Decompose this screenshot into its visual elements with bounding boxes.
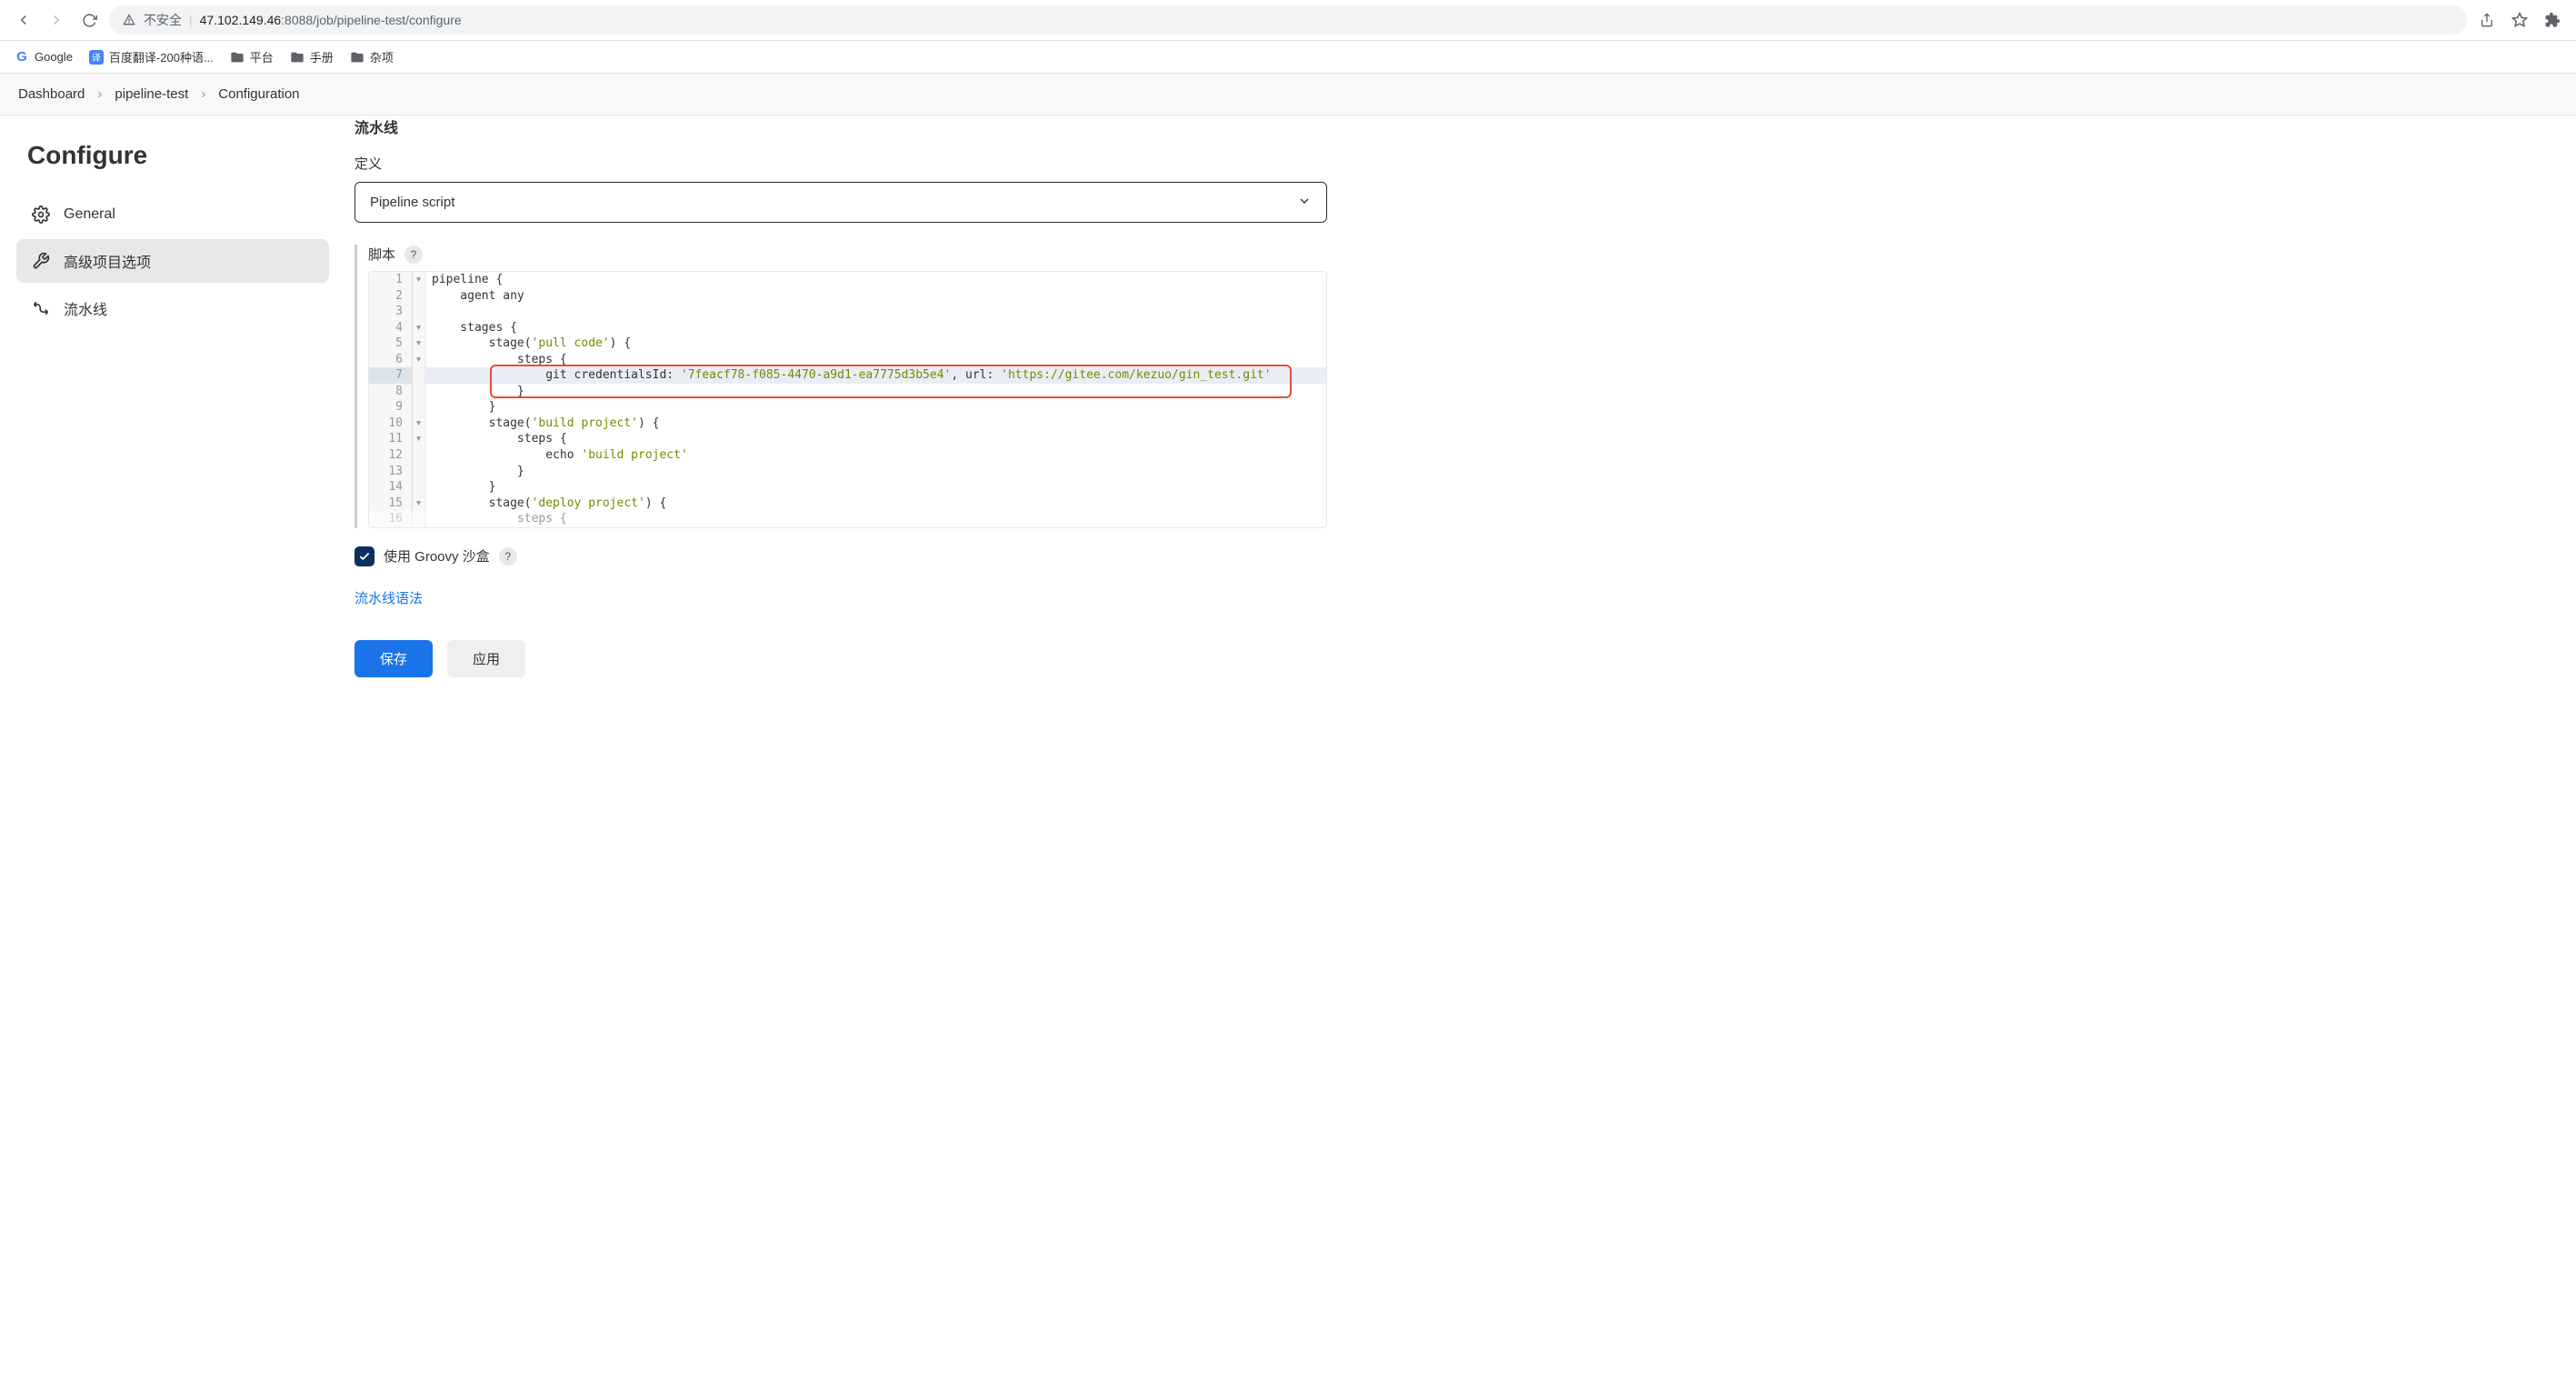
- apply-button[interactable]: 应用: [447, 640, 525, 677]
- breadcrumb-dashboard[interactable]: Dashboard: [18, 86, 85, 102]
- translate-icon: 译: [89, 50, 104, 65]
- sidebar: Configure General 高级项目选项 流水线: [0, 115, 345, 714]
- star-icon[interactable]: [2507, 7, 2532, 33]
- code-line[interactable]: 1▾pipeline {: [369, 272, 1326, 288]
- back-button[interactable]: [11, 7, 36, 33]
- code-line[interactable]: 5▾ stage('pull code') {: [369, 335, 1326, 352]
- breadcrumb: Dashboard › pipeline-test › Configuratio…: [0, 74, 2576, 115]
- gear-icon: [31, 205, 51, 225]
- sidebar-label-pipeline: 流水线: [64, 297, 107, 319]
- code-line[interactable]: 2 agent any: [369, 288, 1326, 305]
- code-line[interactable]: 7 git credentialsId: '7feacf78-f085-4470…: [369, 367, 1326, 384]
- code-line[interactable]: 3: [369, 304, 1326, 320]
- folder-icon: [290, 50, 305, 65]
- save-button[interactable]: 保存: [354, 640, 433, 677]
- code-line[interactable]: 15▾ stage('deploy project') {: [369, 496, 1326, 512]
- code-line[interactable]: 14 }: [369, 479, 1326, 496]
- insecure-label: 不安全: [144, 11, 182, 29]
- pipeline-syntax-link[interactable]: 流水线语法: [354, 588, 423, 607]
- code-line[interactable]: 12 echo 'build project': [369, 447, 1326, 464]
- folder-icon: [230, 50, 245, 65]
- definition-label: 定义: [354, 154, 1327, 173]
- extensions-icon[interactable]: [2540, 7, 2565, 33]
- section-pipeline-title: 流水线: [354, 115, 1327, 137]
- reload-button[interactable]: [76, 7, 102, 33]
- code-line[interactable]: 11▾ steps {: [369, 431, 1326, 447]
- chevron-right-icon: ›: [201, 86, 205, 102]
- script-label: 脚本: [368, 245, 395, 264]
- sidebar-item-general[interactable]: General: [16, 194, 329, 235]
- sandbox-label: 使用 Groovy 沙盒: [384, 546, 490, 566]
- bookmark-baidu[interactable]: 译 百度翻译-200种语...: [89, 48, 214, 65]
- help-sandbox-button[interactable]: ?: [499, 547, 517, 566]
- wrench-icon: [31, 251, 51, 271]
- forward-button[interactable]: [44, 7, 69, 33]
- code-line[interactable]: 10▾ stage('build project') {: [369, 416, 1326, 432]
- help-script-button[interactable]: ?: [404, 245, 423, 264]
- definition-value: Pipeline script: [370, 195, 454, 210]
- sidebar-item-advanced[interactable]: 高级项目选项: [16, 239, 329, 283]
- address-bar[interactable]: 不安全 | 47.102.149.46:8088/job/pipeline-te…: [109, 5, 2467, 35]
- sidebar-label-general: General: [64, 206, 115, 223]
- bookmark-manual[interactable]: 手册: [290, 48, 334, 65]
- bookmark-misc[interactable]: 杂项: [350, 48, 394, 65]
- sidebar-label-advanced: 高级项目选项: [64, 250, 151, 272]
- url-text: 47.102.149.46:8088/job/pipeline-test/con…: [200, 13, 462, 27]
- chevron-down-icon: [1297, 194, 1312, 211]
- bookmarks-bar: G Google 译 百度翻译-200种语... 平台 手册 杂项: [0, 41, 2576, 74]
- definition-select[interactable]: Pipeline script: [354, 182, 1327, 223]
- code-line[interactable]: 16 steps {: [369, 511, 1326, 527]
- code-line[interactable]: 4▾ stages {: [369, 320, 1326, 336]
- chevron-right-icon: ›: [97, 86, 102, 102]
- sandbox-checkbox[interactable]: [354, 546, 374, 566]
- folder-icon: [350, 50, 364, 65]
- browser-toolbar: 不安全 | 47.102.149.46:8088/job/pipeline-te…: [0, 0, 2576, 41]
- pipeline-icon: [31, 298, 51, 318]
- breadcrumb-current[interactable]: Configuration: [218, 86, 299, 102]
- bookmark-google[interactable]: G Google: [15, 50, 73, 65]
- sidebar-item-pipeline[interactable]: 流水线: [16, 286, 329, 330]
- breadcrumb-project[interactable]: pipeline-test: [115, 86, 188, 102]
- code-line[interactable]: 6▾ steps {: [369, 352, 1326, 368]
- content-area: 流水线 定义 Pipeline script 脚本 ? 1▾pipeline {…: [345, 115, 1345, 714]
- insecure-icon: [122, 13, 136, 27]
- bookmark-platform[interactable]: 平台: [230, 48, 274, 65]
- code-line[interactable]: 13 }: [369, 464, 1326, 480]
- code-line[interactable]: 8 }: [369, 384, 1326, 400]
- share-icon[interactable]: [2474, 7, 2500, 33]
- google-icon: G: [15, 50, 29, 65]
- page-title: Configure: [16, 141, 329, 170]
- code-line[interactable]: 9 }: [369, 399, 1326, 416]
- code-editor[interactable]: 1▾pipeline {2 agent any34▾ stages {5▾ st…: [368, 271, 1327, 528]
